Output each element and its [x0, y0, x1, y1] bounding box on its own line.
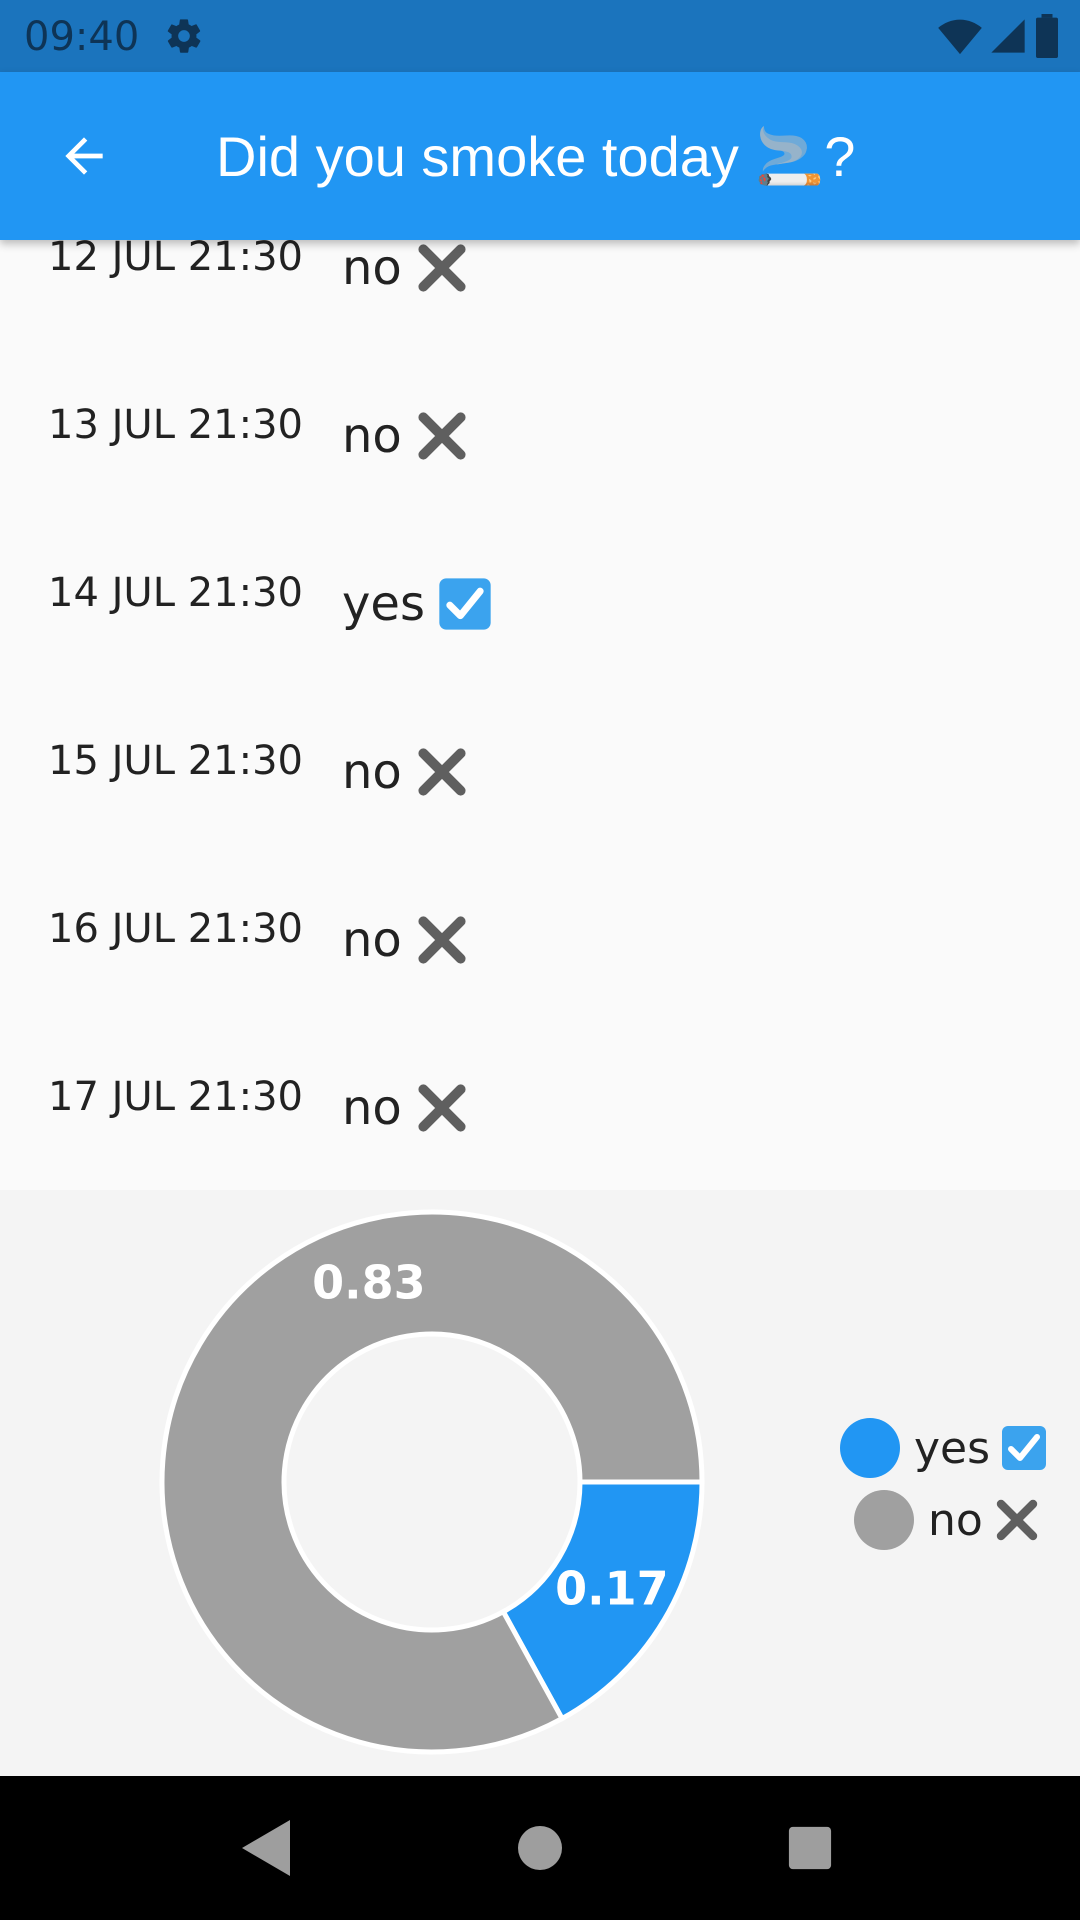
list-item[interactable]: 16 JUL 21:30 no [0, 906, 1080, 1074]
list-item[interactable]: 12 JUL 21:30 no [0, 240, 1080, 402]
item-answer-text: no [342, 1080, 402, 1136]
recents-square-icon [788, 1826, 832, 1870]
item-date: 17 JUL 21:30 [48, 1074, 303, 1120]
item-date: 15 JUL 21:30 [48, 738, 303, 784]
data-label-no: 0.83 [312, 1256, 426, 1310]
home-circle-icon [518, 1826, 562, 1870]
nav-back-button[interactable] [232, 1812, 304, 1884]
list-item[interactable]: 14 JUL 21:30 yes [0, 570, 1080, 738]
arrow-back-icon [65, 137, 103, 175]
check-box-icon [1002, 1426, 1047, 1470]
item-answer-text: no [342, 408, 402, 464]
item-answer: no [342, 240, 470, 296]
check-box-icon [439, 578, 491, 630]
cross-icon [418, 412, 466, 460]
item-answer-text: no [342, 240, 402, 296]
chart-section: 0.17 0.83 yes no [0, 1190, 1080, 1776]
legend-item: no [854, 1484, 1048, 1556]
list-item[interactable]: 17 JUL 21:30 no [0, 1074, 1080, 1190]
cross-icon [996, 1499, 1038, 1541]
data-label-yes: 0.17 [555, 1561, 669, 1615]
legend-text: yes [914, 1422, 991, 1474]
item-date: 13 JUL 21:30 [48, 402, 303, 448]
item-answer: no [342, 912, 470, 968]
item-answer-text: no [342, 912, 402, 968]
nav-recents-button[interactable] [774, 1812, 846, 1884]
legend-item: yes [840, 1412, 1048, 1484]
item-answer: no [342, 1080, 470, 1136]
back-triangle-icon [242, 1820, 290, 1876]
legend-swatch [840, 1418, 900, 1478]
item-answer-text: yes [342, 576, 425, 632]
app-bar: Did you smoke today 🚬? [0, 72, 1080, 240]
item-date: 14 JUL 21:30 [48, 570, 303, 616]
chart-legend: yes no [840, 1412, 1048, 1556]
legend-text: no [928, 1494, 983, 1546]
legend-label: no [928, 1495, 1041, 1546]
screen: 09:40 Did you smoke today 🚬? 12 JUL 21:3… [0, 0, 1080, 1920]
item-date: 12 JUL 21:30 [48, 240, 303, 280]
list-item[interactable]: 13 JUL 21:30 no [0, 402, 1080, 570]
legend-swatch [854, 1490, 914, 1550]
cross-icon [418, 1084, 466, 1132]
answers-list[interactable]: 12 JUL 21:30 no 13 JUL 21:30 no 14 JUL 21:30… [0, 240, 1080, 1190]
status-time: 09:40 [24, 14, 140, 60]
status-bar: 09:40 [0, 0, 1080, 72]
back-button[interactable] [36, 112, 132, 200]
status-icons [938, 14, 1060, 58]
battery-icon [1036, 14, 1058, 58]
item-answer: no [342, 744, 470, 800]
item-date: 16 JUL 21:30 [48, 906, 303, 952]
list-item[interactable]: 15 JUL 21:30 no [0, 738, 1080, 906]
item-answer-text: no [342, 744, 402, 800]
gear-icon [167, 19, 201, 53]
item-answer: no [342, 408, 470, 464]
cross-icon [418, 244, 466, 292]
legend-label: yes [914, 1423, 1048, 1474]
navigation-bar [0, 1776, 1080, 1920]
cross-icon [418, 748, 466, 796]
wifi-icon [938, 19, 982, 55]
signal-icon [991, 19, 1025, 53]
item-answer: yes [342, 576, 493, 632]
page-title: Did you smoke today 🚬? [216, 125, 856, 188]
nav-home-button[interactable] [504, 1812, 576, 1884]
cross-icon [418, 916, 466, 964]
